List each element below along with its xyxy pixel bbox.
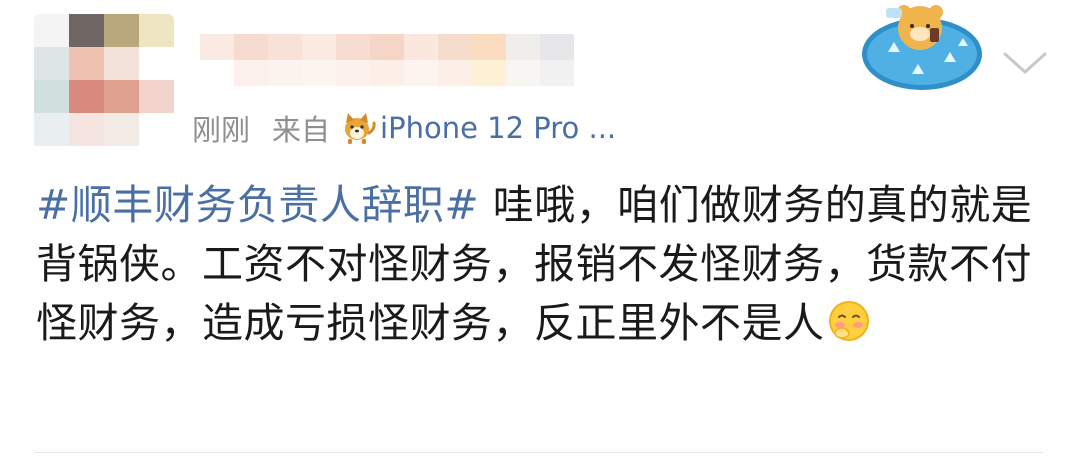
source-prefix: 来自 (272, 113, 331, 147)
source-device-link[interactable]: iPhone 12 Pro ... (380, 111, 616, 145)
shy-face-emoji-icon (827, 299, 871, 343)
avatar[interactable] (34, 14, 174, 169)
post-time: 刚刚 (192, 113, 251, 147)
chevron-down-icon[interactable] (1000, 48, 1050, 78)
username[interactable] (200, 34, 612, 86)
topic-hashtag-link[interactable]: #顺丰财务负责人辞职# (36, 181, 479, 229)
cartoon-bear-badge-icon[interactable] (858, 2, 986, 94)
weibo-post-card: 刚刚 来自 iPhone 12 Pro ... #顺丰财务负责人辞职# 哇哦，咱… (0, 0, 1077, 456)
shiba-dog-icon (340, 111, 376, 145)
post-meta: 刚刚 来自 iPhone 12 Pro ... (192, 108, 616, 148)
post-content: #顺丰财务负责人辞职# 哇哦，咱们做财务的真的就是背锅侠。工资不对怪财务，报销不… (36, 176, 1046, 353)
divider (34, 452, 1043, 453)
